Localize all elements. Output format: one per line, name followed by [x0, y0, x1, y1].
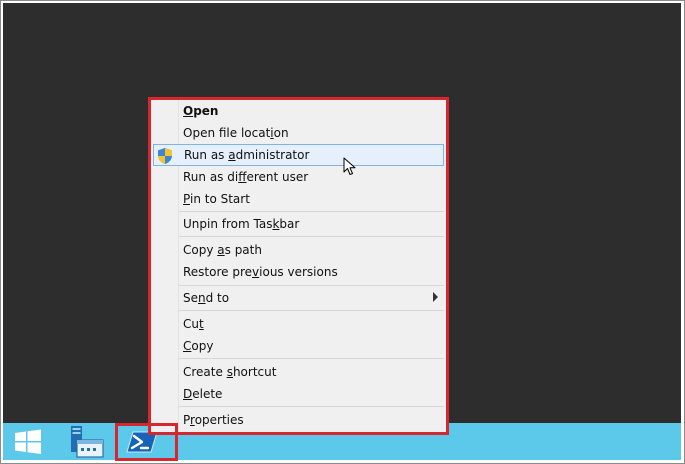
highlight-box-powershell-button	[115, 423, 178, 461]
server-manager-button[interactable]	[59, 423, 111, 460]
start-button[interactable]	[3, 423, 55, 460]
server-manager-icon	[71, 426, 104, 458]
mouse-cursor-icon	[343, 157, 356, 175]
highlight-box-context-menu	[148, 97, 449, 435]
windows-start-icon	[15, 429, 41, 454]
